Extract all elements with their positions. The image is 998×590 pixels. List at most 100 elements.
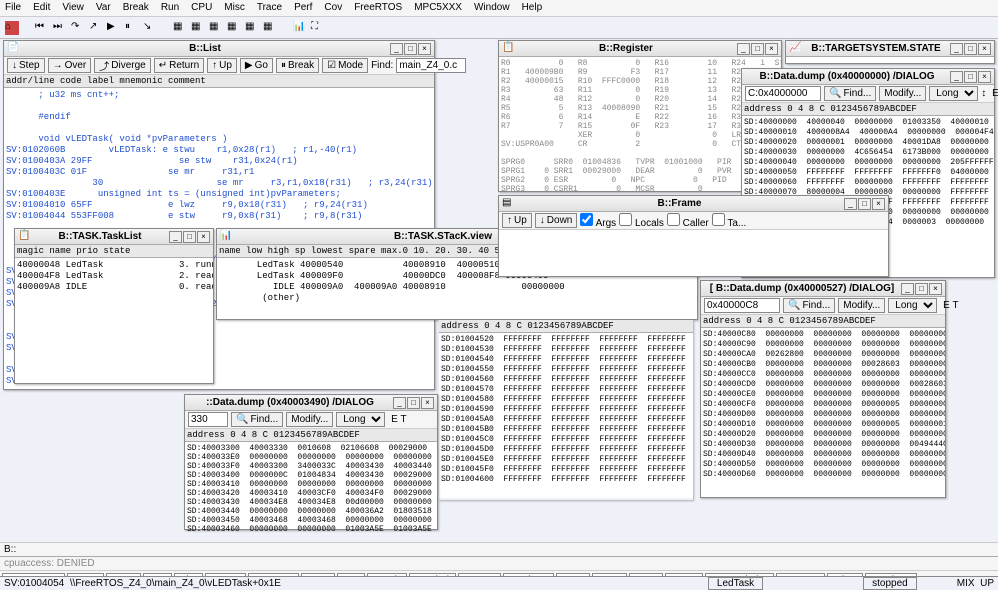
format-select[interactable]: Long <box>888 298 937 313</box>
targetsys-title: B::TARGETSYSTEM.STATE <box>803 43 949 54</box>
tool5-icon[interactable]: ▦ <box>245 21 259 35</box>
frame-content[interactable] <box>499 230 888 274</box>
status-addr: SV:01004054 <box>4 578 64 589</box>
step-icon[interactable]: ⏭ <box>53 21 67 35</box>
close-button[interactable]: × <box>929 283 942 295</box>
minimize-button[interactable]: _ <box>737 43 750 55</box>
maximize-button[interactable]: □ <box>858 198 871 210</box>
list-title: B::List <box>21 43 389 54</box>
menu-run[interactable]: Run <box>161 2 179 14</box>
format-select[interactable]: Long <box>336 412 385 427</box>
go-icon[interactable]: ▶ <box>107 21 121 35</box>
address-input[interactable] <box>745 86 821 101</box>
menu-file[interactable]: File <box>5 2 21 14</box>
frame-title: B::Frame <box>516 198 843 209</box>
address-input[interactable] <box>704 298 780 313</box>
up-button[interactable]: ↑ Up <box>502 213 532 228</box>
step-out-icon[interactable]: ↗ <box>89 21 103 35</box>
menu-var[interactable]: Var <box>96 2 111 14</box>
menu-window[interactable]: Window <box>474 2 510 14</box>
find-button[interactable]: 🔍Find... <box>783 298 835 313</box>
stop-icon[interactable]: ⏸ <box>125 21 139 35</box>
return-button[interactable]: ↵ Return <box>154 58 204 73</box>
modify-button[interactable]: Modify... <box>286 412 333 427</box>
find-button[interactable]: 🔍Find... <box>824 86 876 101</box>
step-over-icon[interactable]: ↷ <box>71 21 85 35</box>
find-button[interactable]: 🔍Find... <box>231 412 283 427</box>
address-input[interactable] <box>188 412 228 427</box>
go-button[interactable]: ▶ Go <box>240 58 273 73</box>
close-button[interactable]: × <box>872 198 885 210</box>
maximize-button[interactable]: □ <box>964 43 977 55</box>
locals-check[interactable]: Locals <box>619 213 664 229</box>
menu-view[interactable]: View <box>62 2 84 14</box>
minimize-button[interactable]: _ <box>393 397 406 409</box>
args-check[interactable]: Args <box>580 213 616 229</box>
tool2-icon[interactable]: ▦ <box>191 21 205 35</box>
menu-trace[interactable]: Trace <box>257 2 282 14</box>
menu-help[interactable]: Help <box>522 2 543 14</box>
tool4-icon[interactable]: ▦ <box>227 21 241 35</box>
maximize-button[interactable]: □ <box>407 397 420 409</box>
maximize-button[interactable]: □ <box>964 71 977 83</box>
cmdprompt[interactable]: B:: <box>4 544 16 555</box>
tool-icon[interactable]: ▦ <box>173 21 187 35</box>
close-button[interactable]: × <box>978 71 991 83</box>
tool3-icon[interactable]: ▦ <box>209 21 223 35</box>
mode-button[interactable]: ☑ Mode <box>322 58 368 73</box>
close-button[interactable]: × <box>421 397 434 409</box>
down-button[interactable]: ↓ Down <box>535 213 578 228</box>
endian-icon[interactable]: ↕ <box>981 88 986 99</box>
modify-button[interactable]: Modify... <box>879 86 926 101</box>
over-button[interactable]: → Over <box>48 58 92 73</box>
datadump3-title: ::Data.dump (0x40003490) /DIALOG <box>188 397 392 408</box>
close-button[interactable]: × <box>765 43 778 55</box>
minimize-button[interactable]: _ <box>390 43 403 55</box>
close-button[interactable]: × <box>197 231 210 243</box>
step-button[interactable]: ↓ Step <box>7 58 45 73</box>
tool6-icon[interactable]: ▦ <box>263 21 277 35</box>
format-select[interactable]: Long <box>929 86 978 101</box>
menu-edit[interactable]: Edit <box>33 2 50 14</box>
dump2-content[interactable]: SD:40000C80 00000000 00000000 00000000 0… <box>701 328 945 496</box>
dump4-content[interactable]: SD:01004520 FFFFFFFF FFFFFFFF FFFFFFFF F… <box>439 333 693 498</box>
menu-freertos[interactable]: FreeRTOS <box>354 2 402 14</box>
menu-perf[interactable]: Perf <box>294 2 312 14</box>
close-button[interactable]: × <box>418 43 431 55</box>
modify-button[interactable]: Modify... <box>838 298 885 313</box>
menu-cpu[interactable]: CPU <box>191 2 212 14</box>
home-icon[interactable]: ⌂ <box>5 21 19 35</box>
minimize-button[interactable]: _ <box>844 198 857 210</box>
minimize-button[interactable]: _ <box>950 43 963 55</box>
menu-break[interactable]: Break <box>123 2 149 14</box>
list-header: addr/line code label mnemonic comment <box>4 75 434 88</box>
ta-check[interactable]: Ta... <box>712 213 747 229</box>
step-back-icon[interactable]: ⏮ <box>35 21 49 35</box>
up-button[interactable]: ↑ Up <box>207 58 237 73</box>
status-path: \\FreeRTOS_Z4_0\main_Z4_0\vLEDTask+0x1E <box>70 578 281 589</box>
find-input[interactable] <box>396 58 466 73</box>
minimize-button[interactable]: _ <box>950 71 963 83</box>
minimize-button[interactable]: _ <box>169 231 182 243</box>
window-register: 📋 B::Register _ □ × R0 0 R8 0 R16 10 R24… <box>498 40 782 192</box>
close-button[interactable]: × <box>978 43 991 55</box>
chart-icon[interactable]: 📊 <box>293 21 307 35</box>
register-content[interactable]: R0 0 R8 0 R16 10 R24 i Stack target_syst… <box>499 57 781 192</box>
dump3-content[interactable]: SD:40003300 40003330 0010608 02106608 00… <box>185 442 437 532</box>
tasklist-content[interactable]: 40000048 LedTask 3. running 400004F8 Led… <box>15 258 213 380</box>
diverge-button[interactable]: ⤴ Diverge <box>94 58 150 73</box>
window-tasklist: 📋 B::TASK.TaskList _ □ × magic name prio… <box>14 228 214 384</box>
expand-icon[interactable]: ⛶ <box>311 21 325 35</box>
window-datadump3: ::Data.dump (0x40003490) /DIALOG _ □ × 🔍… <box>184 394 438 530</box>
menu-misc[interactable]: Misc <box>224 2 245 14</box>
minimize-button[interactable]: _ <box>901 283 914 295</box>
maximize-button[interactable]: □ <box>751 43 764 55</box>
maximize-button[interactable]: □ <box>404 43 417 55</box>
maximize-button[interactable]: □ <box>915 283 928 295</box>
break-button[interactable]: ⏸ Break <box>276 58 319 73</box>
maximize-button[interactable]: □ <box>183 231 196 243</box>
menu-mpc5xxx[interactable]: MPC5XXX <box>414 2 462 14</box>
step2-icon[interactable]: ↘ <box>143 21 157 35</box>
caller-check[interactable]: Caller <box>667 213 709 229</box>
menu-cov[interactable]: Cov <box>324 2 342 14</box>
